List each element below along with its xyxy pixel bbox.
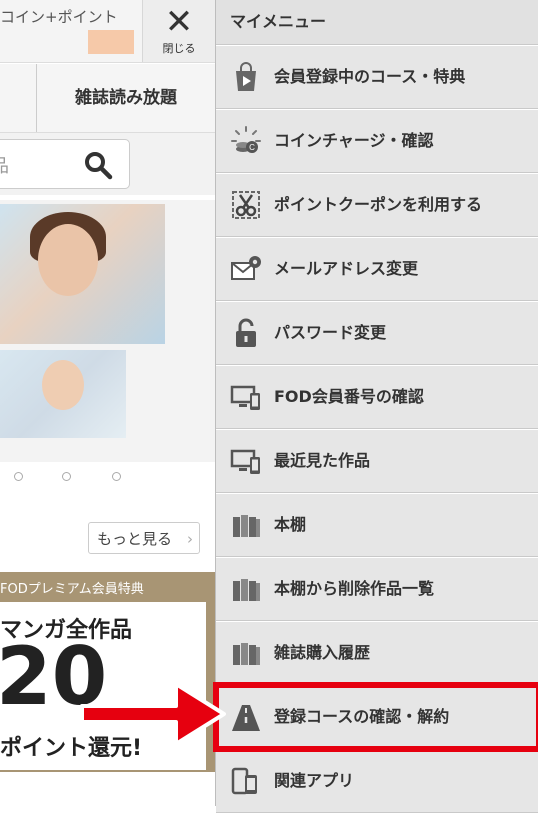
close-icon: ✕	[164, 2, 194, 42]
devices-icon	[230, 449, 260, 474]
menu-item-bookshelf[interactable]: 本棚	[216, 493, 538, 557]
coupon-scissors-icon	[232, 191, 260, 219]
menu-item-recently-viewed[interactable]: 最近見た作品	[216, 429, 538, 493]
tab-previous[interactable]	[0, 64, 37, 132]
menu-item-password-change[interactable]: パスワード変更	[216, 301, 538, 365]
featured-banner[interactable]	[0, 200, 215, 462]
banner-photo-main	[0, 204, 165, 344]
road-icon	[232, 705, 260, 731]
annotation-arrow-icon	[80, 682, 226, 746]
see-more-label: もっと見る	[97, 530, 173, 548]
search-placeholder: 品	[0, 152, 9, 178]
my-menu-panel: マイメニュー 会員登録中のコース・特典 C コインチャージ・確認 ポイントクーポ…	[213, 0, 538, 813]
menu-item-label: 本棚	[274, 515, 307, 534]
search-icon[interactable]	[83, 150, 113, 180]
menu-item-label: パスワード変更	[274, 323, 387, 342]
promo-heading: FODプレミアム会員特典	[0, 582, 144, 597]
coin-point-label: コイン+ポイント	[0, 8, 118, 26]
coin-charge-icon: C	[231, 126, 261, 153]
menu-item-label: メールアドレス変更	[274, 259, 419, 278]
shopping-bag-icon	[236, 62, 256, 91]
menu-item-label: FOD会員番号の確認	[274, 387, 424, 406]
menu-item-membership-course[interactable]: 会員登録中のコース・特典	[216, 45, 538, 109]
banner-photo-secondary	[0, 350, 126, 438]
banner-figure-face-2	[42, 360, 84, 410]
carousel-dot[interactable]	[112, 472, 121, 481]
chevron-right-icon: ›	[187, 530, 193, 548]
menu-item-related-apps[interactable]: 関連アプリ	[216, 749, 538, 813]
menu-item-label: 関連アプリ	[274, 771, 355, 790]
devices-icon	[230, 385, 260, 410]
category-tabs: 雑誌読み放題	[0, 64, 215, 133]
menu-item-magazine-history[interactable]: 雑誌購入履歴	[216, 621, 538, 685]
bookshelf-icon	[233, 515, 260, 537]
coin-point-value-masked	[88, 30, 134, 54]
search-input[interactable]: 品	[0, 139, 130, 189]
menu-item-label: 本棚から削除作品一覧	[274, 579, 435, 598]
menu-item-deleted-works[interactable]: 本棚から削除作品一覧	[216, 557, 538, 621]
menu-item-point-coupon[interactable]: ポイントクーポンを利用する	[216, 173, 538, 237]
bookshelf-icon	[233, 579, 260, 601]
carousel-dot[interactable]	[62, 472, 71, 481]
menu-item-label: コインチャージ・確認	[274, 131, 434, 150]
menu-item-coin-charge[interactable]: C コインチャージ・確認	[216, 109, 538, 173]
menu-item-course-cancel[interactable]: 登録コースの確認・解約	[213, 682, 538, 752]
menu-item-member-number[interactable]: FOD会員番号の確認	[216, 365, 538, 429]
svg-text:C: C	[249, 143, 255, 152]
phone-icon	[231, 767, 257, 795]
menu-item-label: 登録コースの確認・解約	[274, 707, 450, 726]
banner-figure-face	[38, 224, 98, 296]
search-row: 品	[0, 133, 215, 195]
bookshelf-icon	[233, 643, 260, 665]
close-label: 閉じる	[162, 42, 196, 55]
close-button[interactable]: ✕ 閉じる	[142, 0, 215, 62]
carousel-dots	[0, 468, 215, 488]
see-more-button[interactable]: もっと見る ›	[88, 522, 200, 554]
carousel-dot[interactable]	[14, 472, 23, 481]
tab-magazine-unlimited[interactable]: 雑誌読み放題	[37, 64, 215, 132]
mail-gear-icon	[231, 256, 261, 280]
account-bar: コイン+ポイント ✕ 閉じる	[0, 0, 215, 63]
menu-item-label: 会員登録中のコース・特典	[274, 67, 466, 86]
padlock-icon	[236, 318, 256, 347]
menu-title: マイメニュー	[216, 0, 538, 45]
menu-item-email-change[interactable]: メールアドレス変更	[216, 237, 538, 301]
menu-item-label: ポイントクーポンを利用する	[274, 195, 483, 214]
menu-item-label: 雑誌購入履歴	[274, 643, 371, 662]
menu-item-label: 最近見た作品	[274, 451, 371, 470]
